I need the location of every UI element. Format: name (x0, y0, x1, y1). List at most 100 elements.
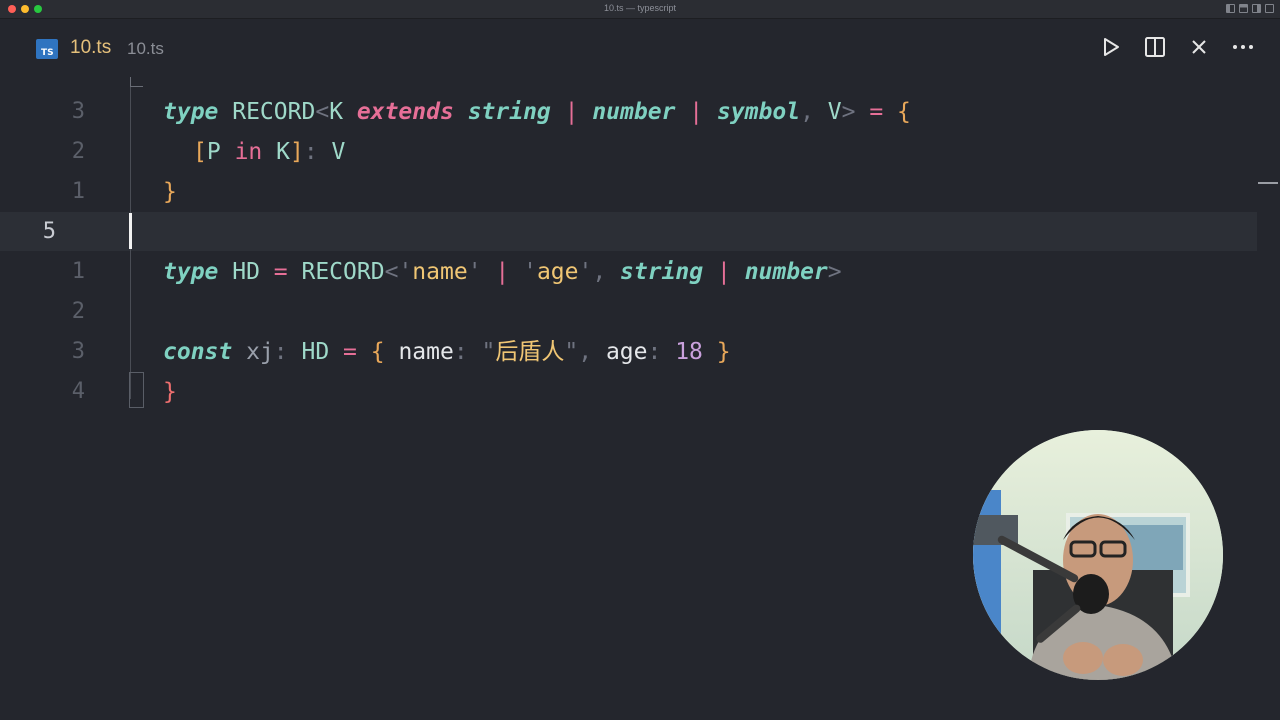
code-token: " (481, 339, 496, 365)
code-token: | (550, 99, 593, 125)
code-token: in (234, 139, 263, 165)
code-token: number (744, 259, 828, 285)
code-token: } (163, 179, 177, 205)
code-token: } (163, 379, 177, 405)
code-line[interactable]: 1 type HD = RECORD<'name' | 'age', string… (0, 252, 1280, 292)
customize-layout-icon[interactable] (1265, 4, 1274, 13)
code-token: { (370, 339, 399, 365)
code-line[interactable]: 3 const xj: HD = { name: "后盾人", age: 18 } (0, 332, 1280, 372)
code-token: ', (578, 259, 621, 285)
line-number: 4 (71, 379, 85, 404)
line-number: 2 (71, 139, 85, 164)
split-editor-icon (1145, 37, 1165, 57)
code-text: type HD = RECORD<'name' | 'age', string … (163, 252, 842, 292)
line-number: 2 (71, 299, 85, 324)
code-token: 后盾人 (495, 339, 565, 365)
code-token: ' (523, 259, 537, 285)
typescript-file-icon: TS (36, 39, 58, 59)
code-text: type RECORD<K extends string | number | … (163, 92, 911, 132)
webcam-overlay (973, 430, 1223, 680)
line-number: 1 (71, 259, 85, 284)
code-line[interactable]: 2 [P in K]: V (0, 132, 1280, 172)
play-icon (1104, 38, 1119, 56)
close-icon (1192, 40, 1206, 54)
code-token: } (702, 339, 731, 365)
code-token: string (620, 259, 704, 285)
code-token: < (315, 99, 330, 125)
line-number: 1 (71, 179, 85, 204)
code-token: RECORD (301, 259, 385, 285)
more-icon (1233, 45, 1253, 49)
code-token: = (869, 99, 898, 125)
run-button[interactable] (1100, 35, 1122, 59)
code-token: ] (289, 139, 304, 165)
code-token: : (273, 339, 302, 365)
code-token: | (495, 259, 524, 285)
code-token: 18 (675, 339, 703, 365)
code-line[interactable]: 5 (0, 212, 1280, 252)
code-token: | (703, 259, 745, 285)
code-token: K (329, 99, 357, 125)
toggle-sidebar-icon[interactable] (1226, 4, 1235, 13)
code-token: RECORD (218, 99, 316, 125)
code-line[interactable]: 2 (0, 292, 1280, 332)
code-token: extends (356, 99, 454, 125)
code-text: } (163, 172, 177, 212)
code-token: { (897, 99, 911, 125)
window-title: 10.ts — typescript (603, 3, 677, 13)
code-token: = (343, 339, 371, 365)
presenter-video (973, 430, 1223, 680)
code-token: age (605, 339, 648, 365)
code-text: [P in K]: V (193, 132, 345, 172)
code-token: HD (218, 259, 274, 285)
bracket-match-highlight (129, 372, 144, 408)
code-token: > (841, 99, 870, 125)
toggle-panel-icon[interactable] (1239, 4, 1248, 13)
folded-region-marker (130, 77, 143, 87)
code-line[interactable]: 4} (0, 372, 1280, 412)
more-actions-button[interactable] (1232, 35, 1254, 59)
code-token: ' (467, 259, 496, 285)
split-editor-button[interactable] (1144, 35, 1166, 59)
code-token: ", (564, 339, 606, 365)
title-bar: 10.ts — typescript (0, 0, 1280, 19)
layout-controls (1226, 4, 1274, 13)
code-token: : (303, 139, 332, 165)
code-token: name (398, 339, 454, 365)
line-number: 5 (42, 219, 56, 244)
code-token: HD (301, 339, 344, 365)
code-token: V (331, 139, 346, 165)
code-token: , (800, 99, 828, 125)
line-number: 3 (71, 339, 85, 364)
tab-file-path: 10.ts (127, 39, 164, 58)
toggle-secondary-sidebar-icon[interactable] (1252, 4, 1261, 13)
code-token: name (412, 259, 468, 285)
code-token: = (273, 259, 302, 285)
code-token: type (163, 259, 219, 285)
code-token: > (827, 259, 842, 285)
code-token: < (384, 259, 399, 285)
tab-file-name[interactable]: 10.ts (70, 37, 111, 59)
text-cursor (129, 213, 132, 249)
code-text: } (163, 372, 177, 412)
code-token: symbol (716, 99, 801, 125)
code-token: number (592, 99, 676, 125)
editor-actions (1100, 35, 1254, 59)
code-line[interactable]: 3 type RECORD<K extends string | number |… (0, 92, 1280, 132)
code-token: type (163, 99, 219, 125)
code-text: const xj: HD = { name: "后盾人", age: 18 } (163, 332, 731, 372)
close-tab-button[interactable] (1188, 35, 1210, 59)
code-token: : (647, 339, 676, 365)
code-token: string (467, 99, 551, 125)
code-token: [ (193, 139, 207, 165)
code-token: V (827, 99, 842, 125)
code-token: | (675, 99, 717, 125)
code-line[interactable]: 1} (0, 172, 1280, 212)
code-token: xj (232, 339, 274, 365)
code-token: age (536, 259, 579, 285)
line-number: 3 (71, 99, 85, 124)
code-token: const (163, 339, 233, 365)
code-token: ' (398, 259, 413, 285)
code-token: P (206, 139, 235, 165)
